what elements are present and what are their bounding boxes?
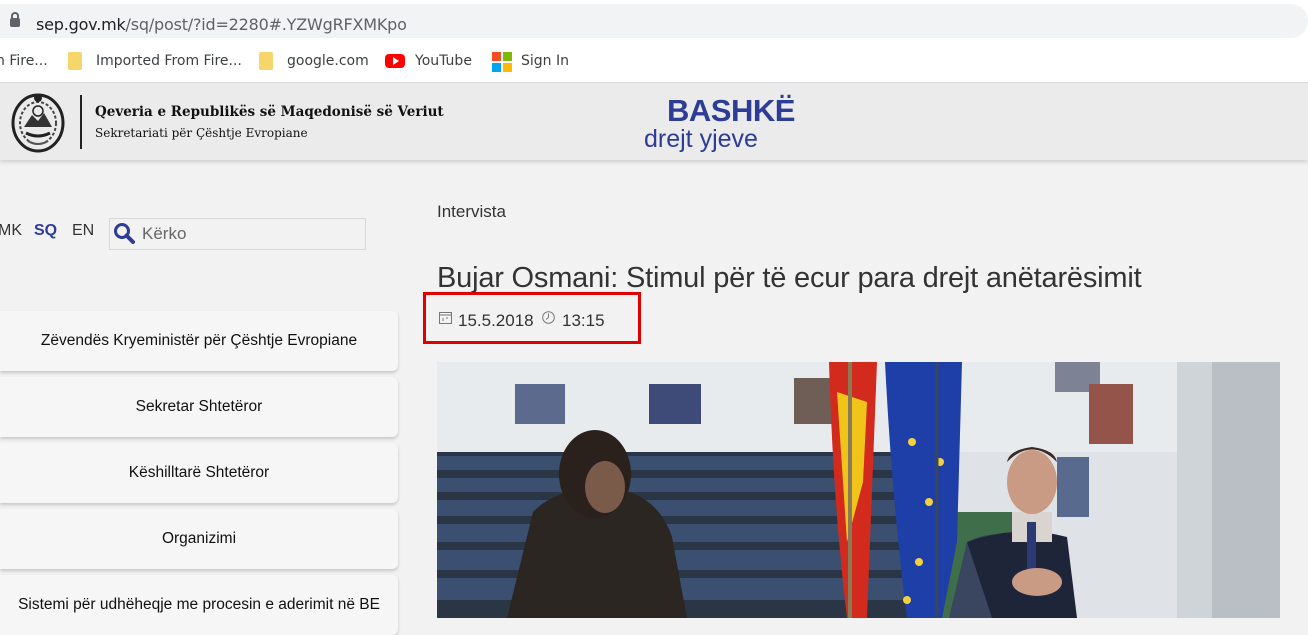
coat-of-arms-icon[interactable]	[10, 89, 66, 153]
site-header: Qeveria e Republikës së Maqedonisë së Ve…	[0, 83, 1308, 160]
lang-sq[interactable]: SQ	[34, 222, 57, 240]
slogan-sub: drejt yjeve	[644, 125, 758, 153]
url-text[interactable]: sep.gov.mk/sq/post/?id=2280#.YZWgRFXMKpo	[36, 15, 407, 34]
article-title: Bujar Osmani: Stimul për të ecur para dr…	[437, 262, 1142, 295]
lock-icon[interactable]	[10, 12, 20, 27]
magnifier-icon[interactable]	[113, 222, 135, 244]
search-input[interactable]	[140, 222, 364, 246]
nav-state-advisors[interactable]: Këshilltarë Shtetëror	[0, 443, 398, 503]
slogan-main: BASHKË	[667, 93, 795, 128]
bookmark-youtube[interactable]: YouTube	[415, 53, 472, 69]
article-time: 13:15	[562, 311, 605, 330]
bookmark-imported[interactable]: Imported From Fire...	[96, 53, 242, 69]
bookmark-google[interactable]: google.com	[287, 53, 369, 69]
lang-mk[interactable]: MK	[0, 222, 22, 240]
folder-icon	[259, 52, 273, 70]
article-video[interactable]	[437, 362, 1280, 618]
article-date: 15.5.2018	[458, 311, 534, 330]
bookmark-sign-in[interactable]: Sign In	[521, 53, 569, 69]
bookmarks-bar: n Fire... Imported From Fire... google.c…	[0, 42, 1308, 83]
address-field[interactable]: sep.gov.mk/sq/post/?id=2280#.YZWgRFXMKpo	[0, 4, 1308, 38]
youtube-icon	[385, 54, 405, 68]
government-title[interactable]: Qeveria e Republikës së Maqedonisë së Ve…	[95, 104, 444, 120]
browser-url-bar: sep.gov.mk/sq/post/?id=2280#.YZWgRFXMKpo	[0, 0, 1308, 42]
nav-eu-accession-system[interactable]: Sistemi për udhëheqje me procesin e ader…	[0, 575, 398, 635]
secretariat-subtitle[interactable]: Sekretariati për Çështje Evropiane	[95, 126, 308, 140]
microsoft-icon	[492, 52, 512, 72]
search-box	[109, 218, 366, 250]
nav-deputy-pm[interactable]: Zëvendës Kryeministër për Çështje Evropi…	[0, 311, 398, 371]
interview-scene	[437, 362, 1280, 618]
url-host: sep.gov.mk	[36, 15, 126, 34]
nav-organization[interactable]: Organizimi	[0, 509, 398, 569]
bookmark-firefox[interactable]: n Fire...	[0, 53, 48, 69]
url-path: /sq/post/?id=2280#.YZWgRFXMKpo	[125, 15, 407, 34]
lang-en[interactable]: EN	[72, 222, 94, 240]
article-category[interactable]: Intervista	[437, 202, 506, 222]
calendar-icon	[439, 312, 452, 324]
folder-icon	[68, 52, 82, 70]
nav-state-secretary[interactable]: Sekretar Shtetëror	[0, 377, 398, 437]
header-divider	[80, 95, 82, 149]
clock-icon	[542, 311, 555, 324]
